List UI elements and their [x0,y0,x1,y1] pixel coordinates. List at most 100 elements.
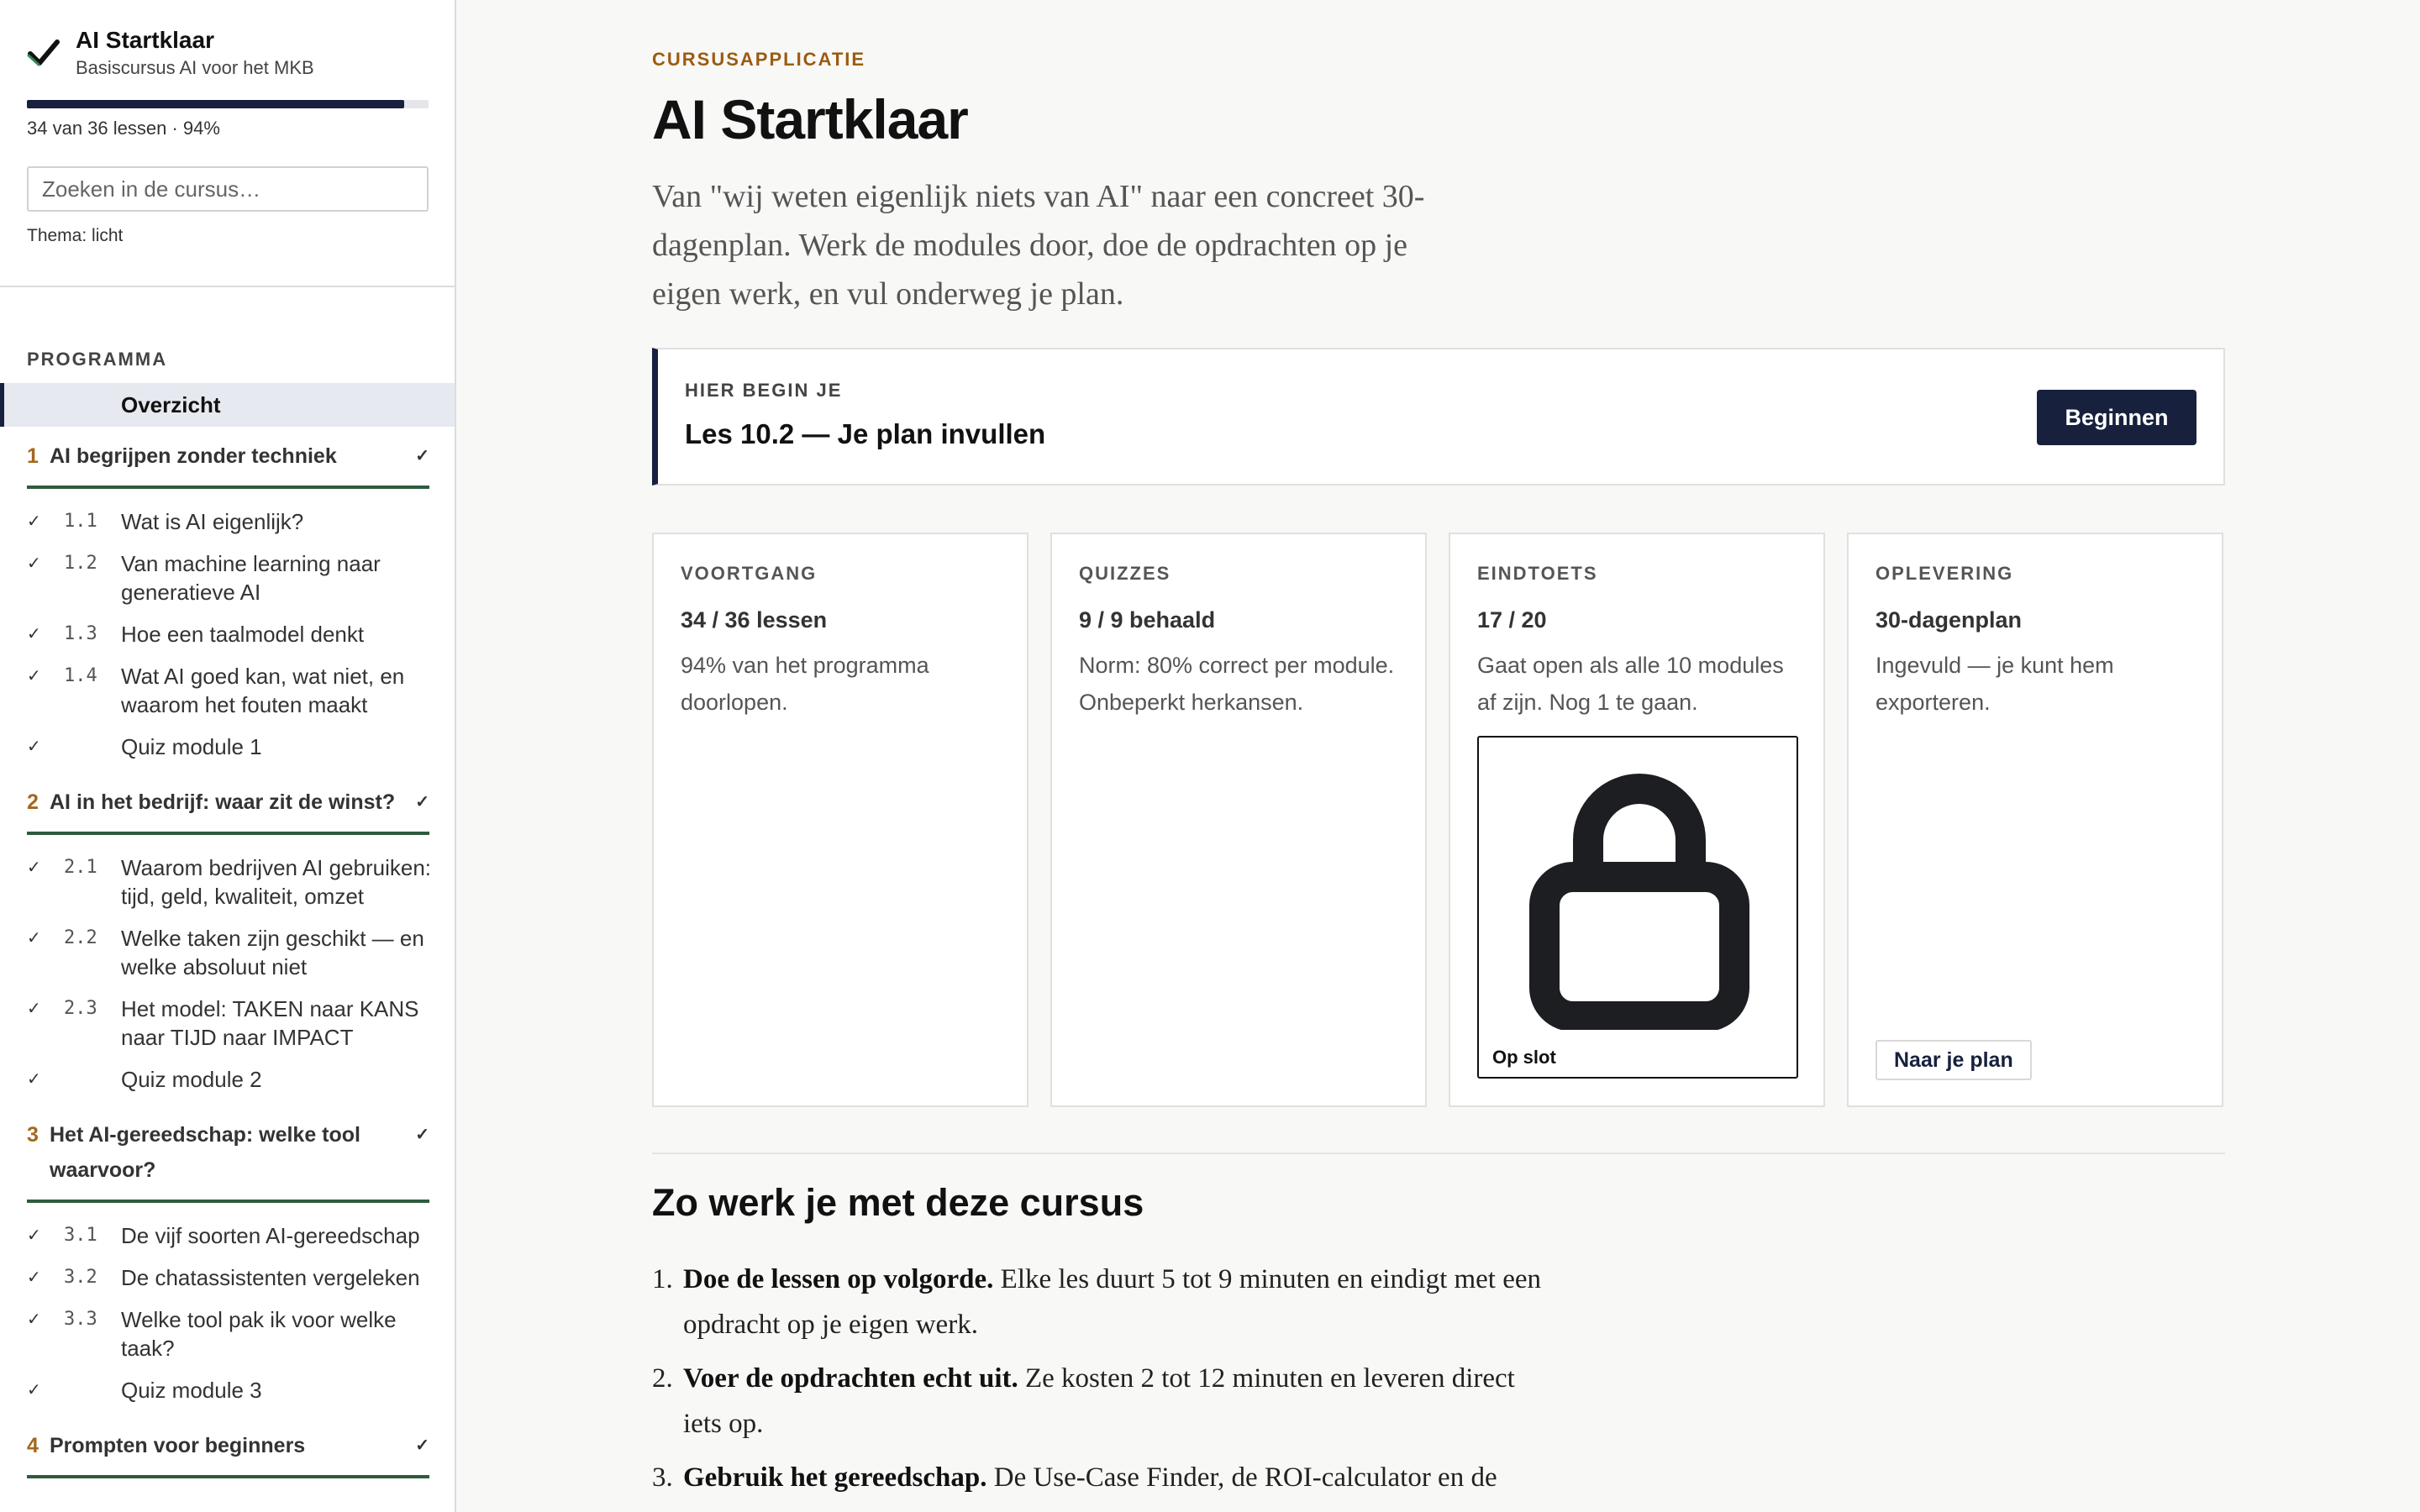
start-here-label: HIER BEGIN JE [685,380,843,401]
course-nav: PROGRAMMA Overzicht 1 AI begrijpen zonder… [0,328,455,1490]
go-to-plan-button[interactable]: Naar je plan [1876,1040,2032,1080]
lesson-title: Wat is AI eigenlijk? [121,509,304,534]
card-value: 9 / 9 behaald [1079,607,1216,633]
quiz-item[interactable]: ✓ Quiz module 3 [27,1369,455,1411]
card-description: Norm: 80% correct per module. Onbeperkt … [1079,653,1395,715]
lesson-item[interactable]: ✓ 2.3 Het model: TAKEN naar KANS naar TIJD… [27,988,455,1058]
module-header[interactable]: 2 AI in het bedrijf: waar zit de winst? ✓ [27,773,429,835]
step-heading: Gebruik het gereedschap. [683,1462,987,1493]
theme-toggle[interactable]: Thema: licht [27,226,123,246]
lesson-title: Welke taken zijn geschikt — en welke abs… [121,926,424,979]
progress-card: VOORTGANG 34 / 36 lessen 94% van het pro… [652,533,1028,1107]
lesson-number: 3.2 [64,1267,97,1288]
lesson-title: Wat AI goed kan, wat niet, en waarom het… [121,664,405,717]
quizzes-card: QUIZZES 9 / 9 behaald Norm: 80% correct … [1050,533,1427,1107]
start-lesson-title[interactable]: Les 10.2 — Je plan invullen [685,418,1045,450]
card-value: 30-dagenplan [1876,607,2023,633]
quiz-item[interactable]: ✓ Quiz module 1 [27,726,455,768]
lesson-list: ✓ 1.1 Wat is AI eigenlijk? ✓ 1.2 Van machine … [0,489,455,773]
module-number: 2 [27,790,39,814]
lesson-complete-check-icon: ✓ [27,858,41,877]
module-number: 3 [27,1123,39,1147]
module-title: AI begrijpen zonder techniek [50,444,337,468]
step-heading: Voer de opdrachten echt uit. [683,1363,1018,1394]
begin-button[interactable]: Beginnen [2037,390,2196,445]
lesson-title: Hoe een taalmodel denkt [121,622,365,647]
card-value: 34 / 36 lessen [681,607,828,633]
course-progress-bar [27,100,429,108]
card-description: 94% van het programma doorlopen. [681,653,929,715]
module-header[interactable]: 4 Prompten voor beginners ✓ [27,1416,429,1478]
lesson-complete-check-icon: ✓ [27,667,41,685]
lesson-item[interactable]: ✓ 1.2 Van machine learning naar generatiev… [27,543,455,613]
module-complete-check-icon: ✓ [415,1126,429,1144]
lesson-title: Quiz module 3 [121,1378,262,1403]
nav-item-overview[interactable]: Overzicht [0,383,455,427]
lesson-complete-check-icon: ✓ [27,625,41,643]
step-text: De Use-Case Finder, de ROI-calculator en… [986,1462,1497,1493]
lesson-complete-check-icon: ✓ [27,738,41,756]
module-title: Het AI-gereedschap: welke tool waarvoor? [50,1123,360,1182]
card-description: Ingevuld — je kunt hem exporteren. [1876,653,2114,715]
search-input[interactable] [27,166,429,212]
section-divider [652,1152,2225,1154]
final-exam-card: EINDTOETS 17 / 20 Gaat open als alle 10 … [1449,533,1825,1107]
lesson-item[interactable]: ✓ 1.1 Wat is AI eigenlijk? [27,501,455,543]
lock-icon [1529,774,1749,1030]
module-complete-check-icon: ✓ [415,447,429,465]
step-heading: Doe de lessen op volgorde. [683,1264,994,1294]
lesson-title: De vijf soorten AI-gereedschap [121,1223,420,1248]
lock-caption: Op slot [1492,1047,1556,1068]
nav-heading: PROGRAMMA [27,349,168,370]
lesson-item[interactable]: ✓ 3.2 De chatassistenten vergeleken [27,1257,455,1299]
module-title: Prompten voor beginners [50,1434,306,1457]
module-list: 1 AI begrijpen zonder techniek ✓ ✓ 1.1 Wat is… [0,427,455,1490]
progress-text: 34 van 36 lessen · 94% [27,118,220,139]
lesson-list: ✓ 3.1 De vijf soorten AI-gereedschap ✓ 3.2 De… [0,1203,455,1416]
lesson-title: Quiz module 1 [121,734,262,759]
lesson-title: Quiz module 2 [121,1067,262,1092]
lesson-number: 3.1 [64,1225,97,1246]
card-label: QUIZZES [1079,563,1171,584]
start-here-card: HIER BEGIN JE Les 10.2 — Je plan invulle… [652,348,2225,486]
stat-cards: VOORTGANG 34 / 36 lessen 94% van het pro… [652,533,2225,1107]
card-value: 17 / 20 [1477,607,1547,633]
lesson-complete-check-icon: ✓ [27,1070,41,1089]
lesson-number: 3.3 [64,1309,97,1330]
page-title: AI Startklaar [652,88,969,150]
lesson-item[interactable]: ✓ 2.1 Waarom bedrijven AI gebruiken: tijd,… [27,847,455,917]
deliverable-card: OPLEVERING 30-dagenplan Ingevuld — je ku… [1847,533,2223,1107]
lesson-item[interactable]: ✓ 1.4 Wat AI goed kan, wat niet, en waarom… [27,655,455,726]
instruction-step: 2. Voer de opdrachten echt uit. Ze kosten… [652,1356,1560,1446]
module-complete-check-icon: ✓ [415,1436,429,1455]
intro-text: Van "wij weten eigenlijk niets van AI" n… [652,179,1425,312]
lesson-item[interactable]: ✓ 3.3 Welke tool pak ik voor welke taak? [27,1299,455,1369]
lesson-complete-check-icon: ✓ [27,554,41,573]
brand[interactable]: AI Startklaar Basiscursus AI voor het MK… [27,24,314,79]
quiz-item[interactable]: ✓ Quiz module 2 [27,1058,455,1100]
locked-exam-button[interactable]: Op slot [1477,736,1798,1079]
sidebar-divider [0,286,455,287]
lesson-item[interactable]: ✓ 2.2 Welke taken zijn geschikt — en welke… [27,917,455,988]
card-label: EINDTOETS [1477,563,1598,584]
module-number: 4 [27,1434,39,1457]
step-number: 2. [652,1363,673,1394]
lesson-title: Welke tool pak ik voor welke taak? [121,1307,397,1361]
module-title: AI in het bedrijf: waar zit de winst? [50,790,396,814]
step-number: 1. [652,1264,673,1294]
lesson-item[interactable]: ✓ 3.1 De vijf soorten AI-gereedschap [27,1215,455,1257]
sidebar: AI Startklaar Basiscursus AI voor het MK… [0,0,456,1512]
instruction-step: 3. Gebruik het gereedschap. De Use-Case F… [652,1455,1560,1500]
lesson-title: De chatassistenten vergeleken [121,1265,420,1290]
module-header[interactable]: 3 Het AI-gereedschap: welke tool waarvoor… [27,1105,429,1203]
lesson-complete-check-icon: ✓ [27,512,41,531]
lesson-number: 2.3 [64,998,97,1019]
lesson-item[interactable]: ✓ 1.3 Hoe een taalmodel denkt [27,613,455,655]
module-complete-check-icon: ✓ [415,793,429,811]
lesson-list: ✓ 2.1 Waarom bedrijven AI gebruiken: tijd,… [0,835,455,1105]
lesson-number: 1.4 [64,665,97,686]
module-header[interactable]: 1 AI begrijpen zonder techniek ✓ [27,427,429,489]
card-description: Gaat open als alle 10 modules af zijn. N… [1477,653,1784,715]
lesson-complete-check-icon: ✓ [27,1310,41,1329]
step-number: 3. [652,1462,673,1493]
